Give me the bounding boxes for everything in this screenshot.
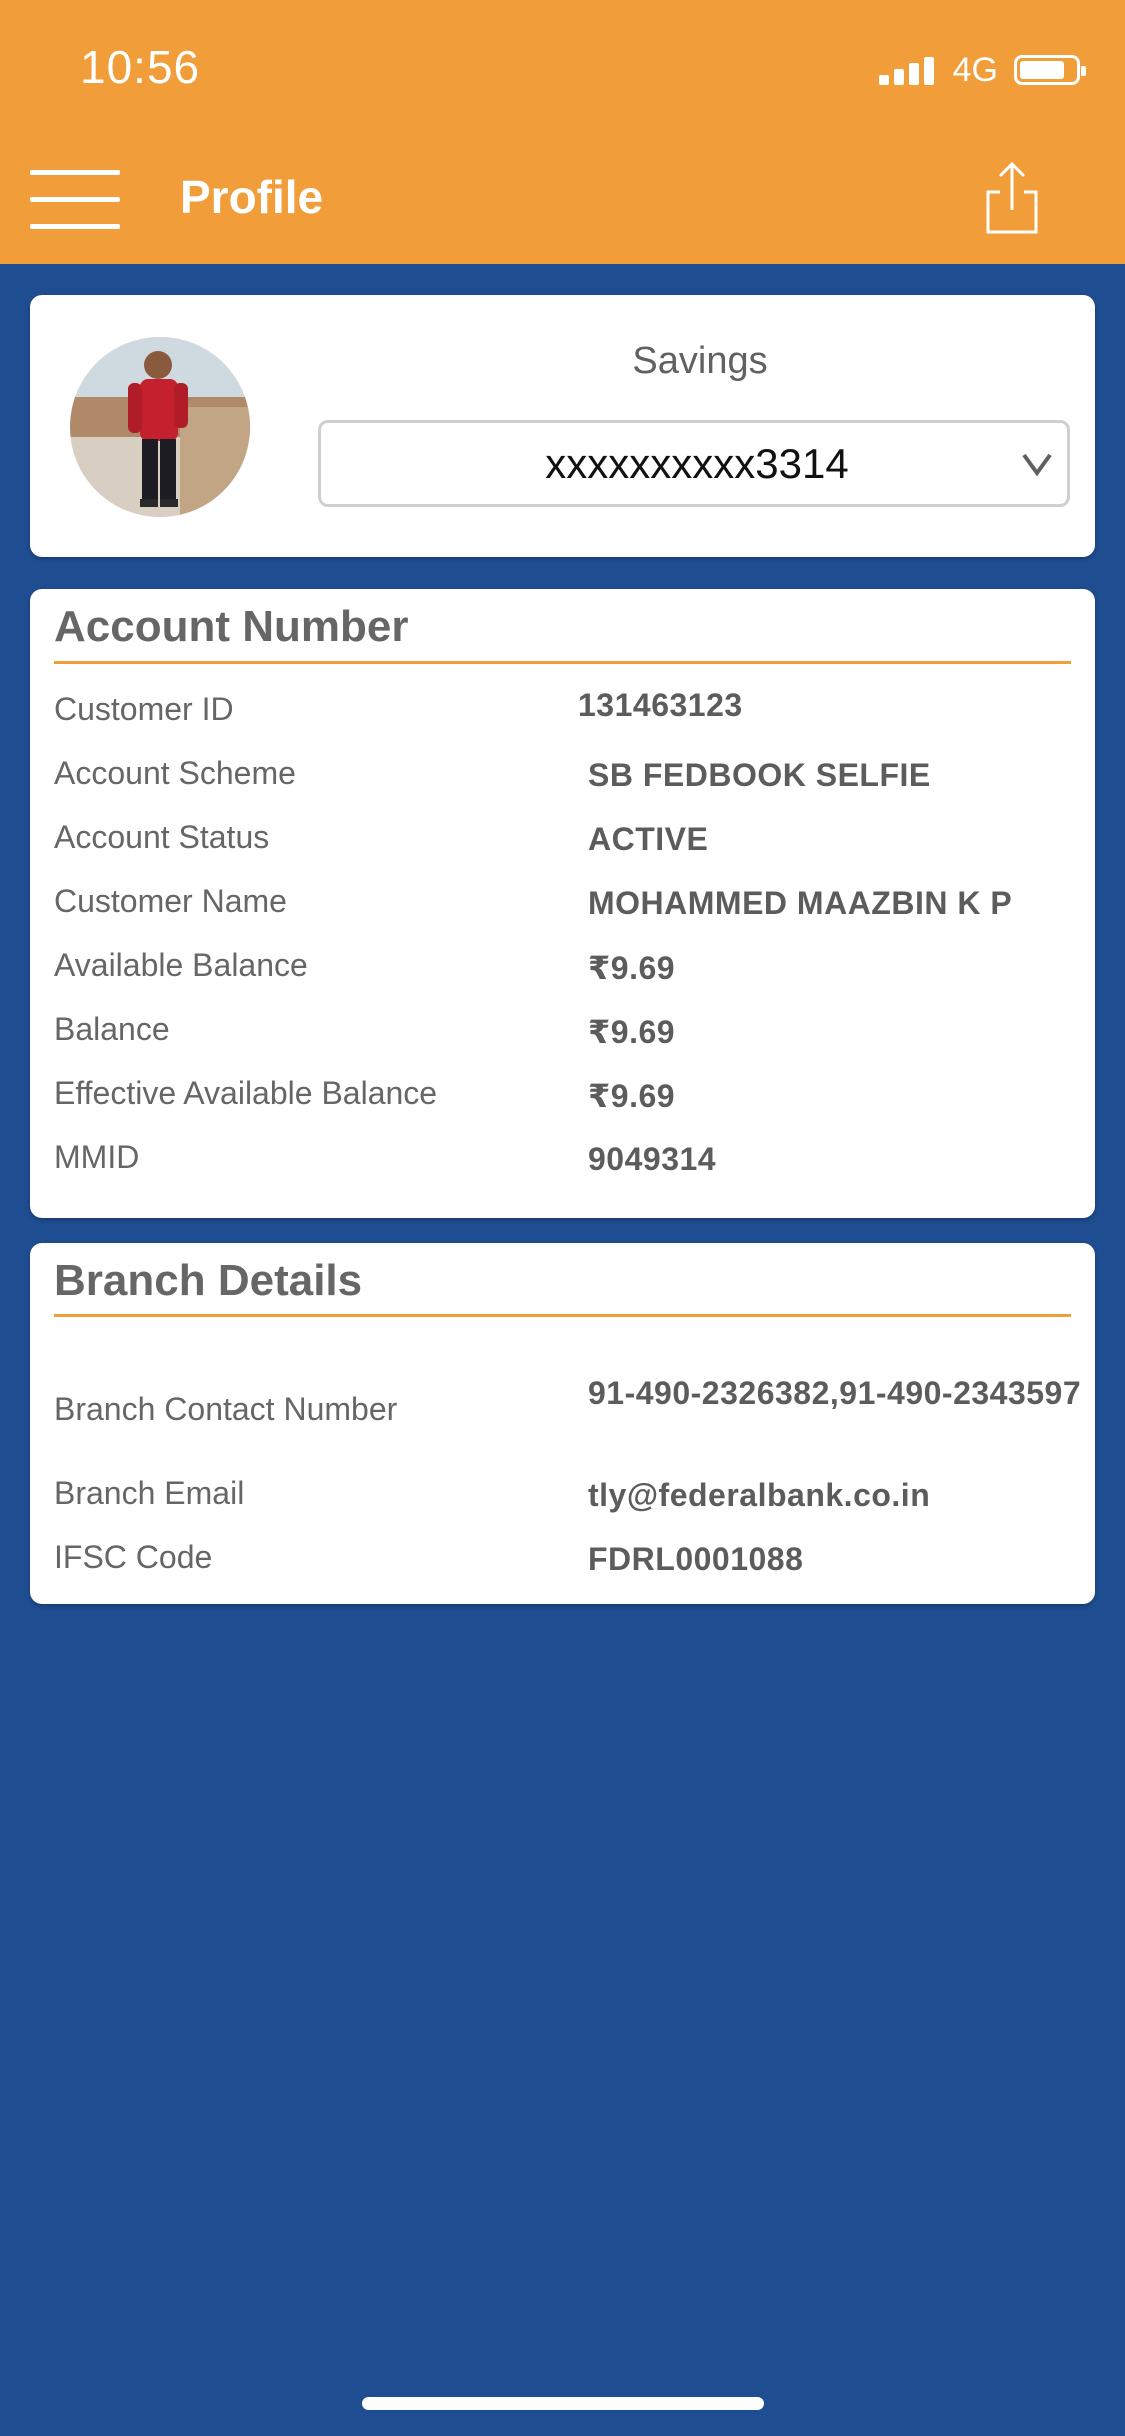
app-header: 10:56 4G Profile (0, 0, 1125, 264)
account-section-title: Account Number (54, 602, 409, 651)
battery-icon (1014, 55, 1086, 85)
detail-value: 131463123 (578, 687, 743, 723)
branch-section-title: Branch Details (54, 1256, 363, 1305)
detail-label: Branch Email (54, 1475, 245, 1511)
home-indicator[interactable] (362, 2397, 764, 2410)
detail-label: Branch Contact Number (54, 1391, 398, 1427)
status-time: 10:56 (80, 41, 201, 93)
detail-label: Available Balance (54, 947, 308, 983)
detail-label: Balance (54, 1011, 170, 1047)
detail-label: Customer ID (54, 691, 234, 727)
detail-value: ₹9.69 (588, 1078, 676, 1114)
detail-label: IFSC Code (54, 1539, 213, 1575)
section-divider (54, 661, 1071, 664)
detail-value: 9049314 (588, 1141, 717, 1177)
detail-label: Account Scheme (54, 755, 296, 791)
detail-value: ₹9.69 (588, 1014, 676, 1050)
detail-label: Effective Available Balance (54, 1075, 438, 1111)
branch-contact-number: 91-490-2326382,91-490-2343597 (588, 1375, 1082, 1411)
detail-value: ₹9.69 (588, 950, 676, 986)
detail-value: ACTIVE (588, 821, 709, 857)
detail-value: SB FEDBOOK SELFIE (588, 757, 931, 793)
account-type-label: Savings (632, 340, 768, 382)
detail-label: MMID (54, 1139, 140, 1175)
detail-value: MOHAMMED MAAZBIN K P (588, 885, 1013, 921)
detail-label: Customer Name (54, 883, 287, 919)
cellular-signal-icon (878, 55, 939, 85)
selected-account-number: xxxxxxxxxx3314 (545, 440, 849, 487)
account-selector-card: Savings xxxxxxxxxx3314 (30, 295, 1095, 557)
chevron-down-icon (1022, 453, 1052, 477)
branch-email: tly@federalbank.co.in (588, 1477, 931, 1513)
ifsc-code: FDRL0001088 (588, 1541, 804, 1577)
section-divider (54, 1314, 1071, 1317)
profile-avatar[interactable] (70, 337, 250, 517)
status-indicators: 4G (878, 50, 1086, 90)
share-icon[interactable] (982, 160, 1042, 236)
page-title: Profile (180, 171, 324, 223)
hamburger-menu-icon[interactable] (30, 168, 120, 232)
account-number-dropdown[interactable]: xxxxxxxxxx3314 (318, 420, 1070, 507)
detail-label: Account Status (54, 819, 270, 855)
branch-details-card: Branch Details Branch Contact Number 91-… (30, 1243, 1095, 1604)
network-type-label: 4G (952, 50, 998, 89)
account-details-card: Account Number Customer ID 131463123 Acc… (30, 589, 1095, 1218)
